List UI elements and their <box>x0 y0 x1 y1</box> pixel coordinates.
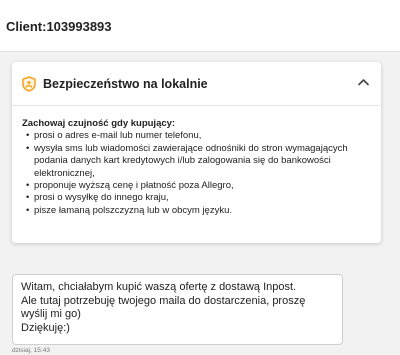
message-line: Ale tutaj potrzebuję twojego maila do do… <box>21 294 306 321</box>
security-notice-card: Bezpieczeństwo na lokalnie Zachowaj czuj… <box>12 62 381 243</box>
chevron-up-icon[interactable] <box>358 78 369 86</box>
client-label: Client:103993893 <box>6 19 112 34</box>
security-subheading: Zachowaj czujność gdy kupujący: <box>22 118 176 129</box>
security-tip: pisze łamaną polszczyzną lub w obcym jęz… <box>22 205 367 218</box>
security-tips-list: prosi o adres e-mail lub numer telefonu,… <box>22 130 367 217</box>
security-tip: prosi o adres e-mail lub numer telefonu, <box>22 130 367 143</box>
shield-icon <box>22 76 36 92</box>
security-card-header[interactable]: Bezpieczeństwo na lokalnie <box>12 62 381 106</box>
security-card-title: Bezpieczeństwo na lokalnie <box>43 77 208 91</box>
message-timestamp: dzisiaj, 15:43 <box>12 347 50 354</box>
message-line: Witam, chciałabym kupić waszą ofertę z d… <box>21 281 297 293</box>
message-line: Dziękuję:) <box>21 321 70 334</box>
security-tip: proponuje wyższą cenę i płatność poza Al… <box>22 180 367 193</box>
security-card-body: Zachowaj czujność gdy kupujący: prosi o … <box>22 118 367 218</box>
conversation-header: Client:103993893 <box>0 0 400 52</box>
security-tip: prosi o wysyłkę do innego kraju, <box>22 192 367 205</box>
security-tip: wysyła sms lub wiadomości zawierające od… <box>22 143 367 180</box>
message-bubble: Witam, chciałabym kupić waszą ofertę z d… <box>12 274 343 345</box>
